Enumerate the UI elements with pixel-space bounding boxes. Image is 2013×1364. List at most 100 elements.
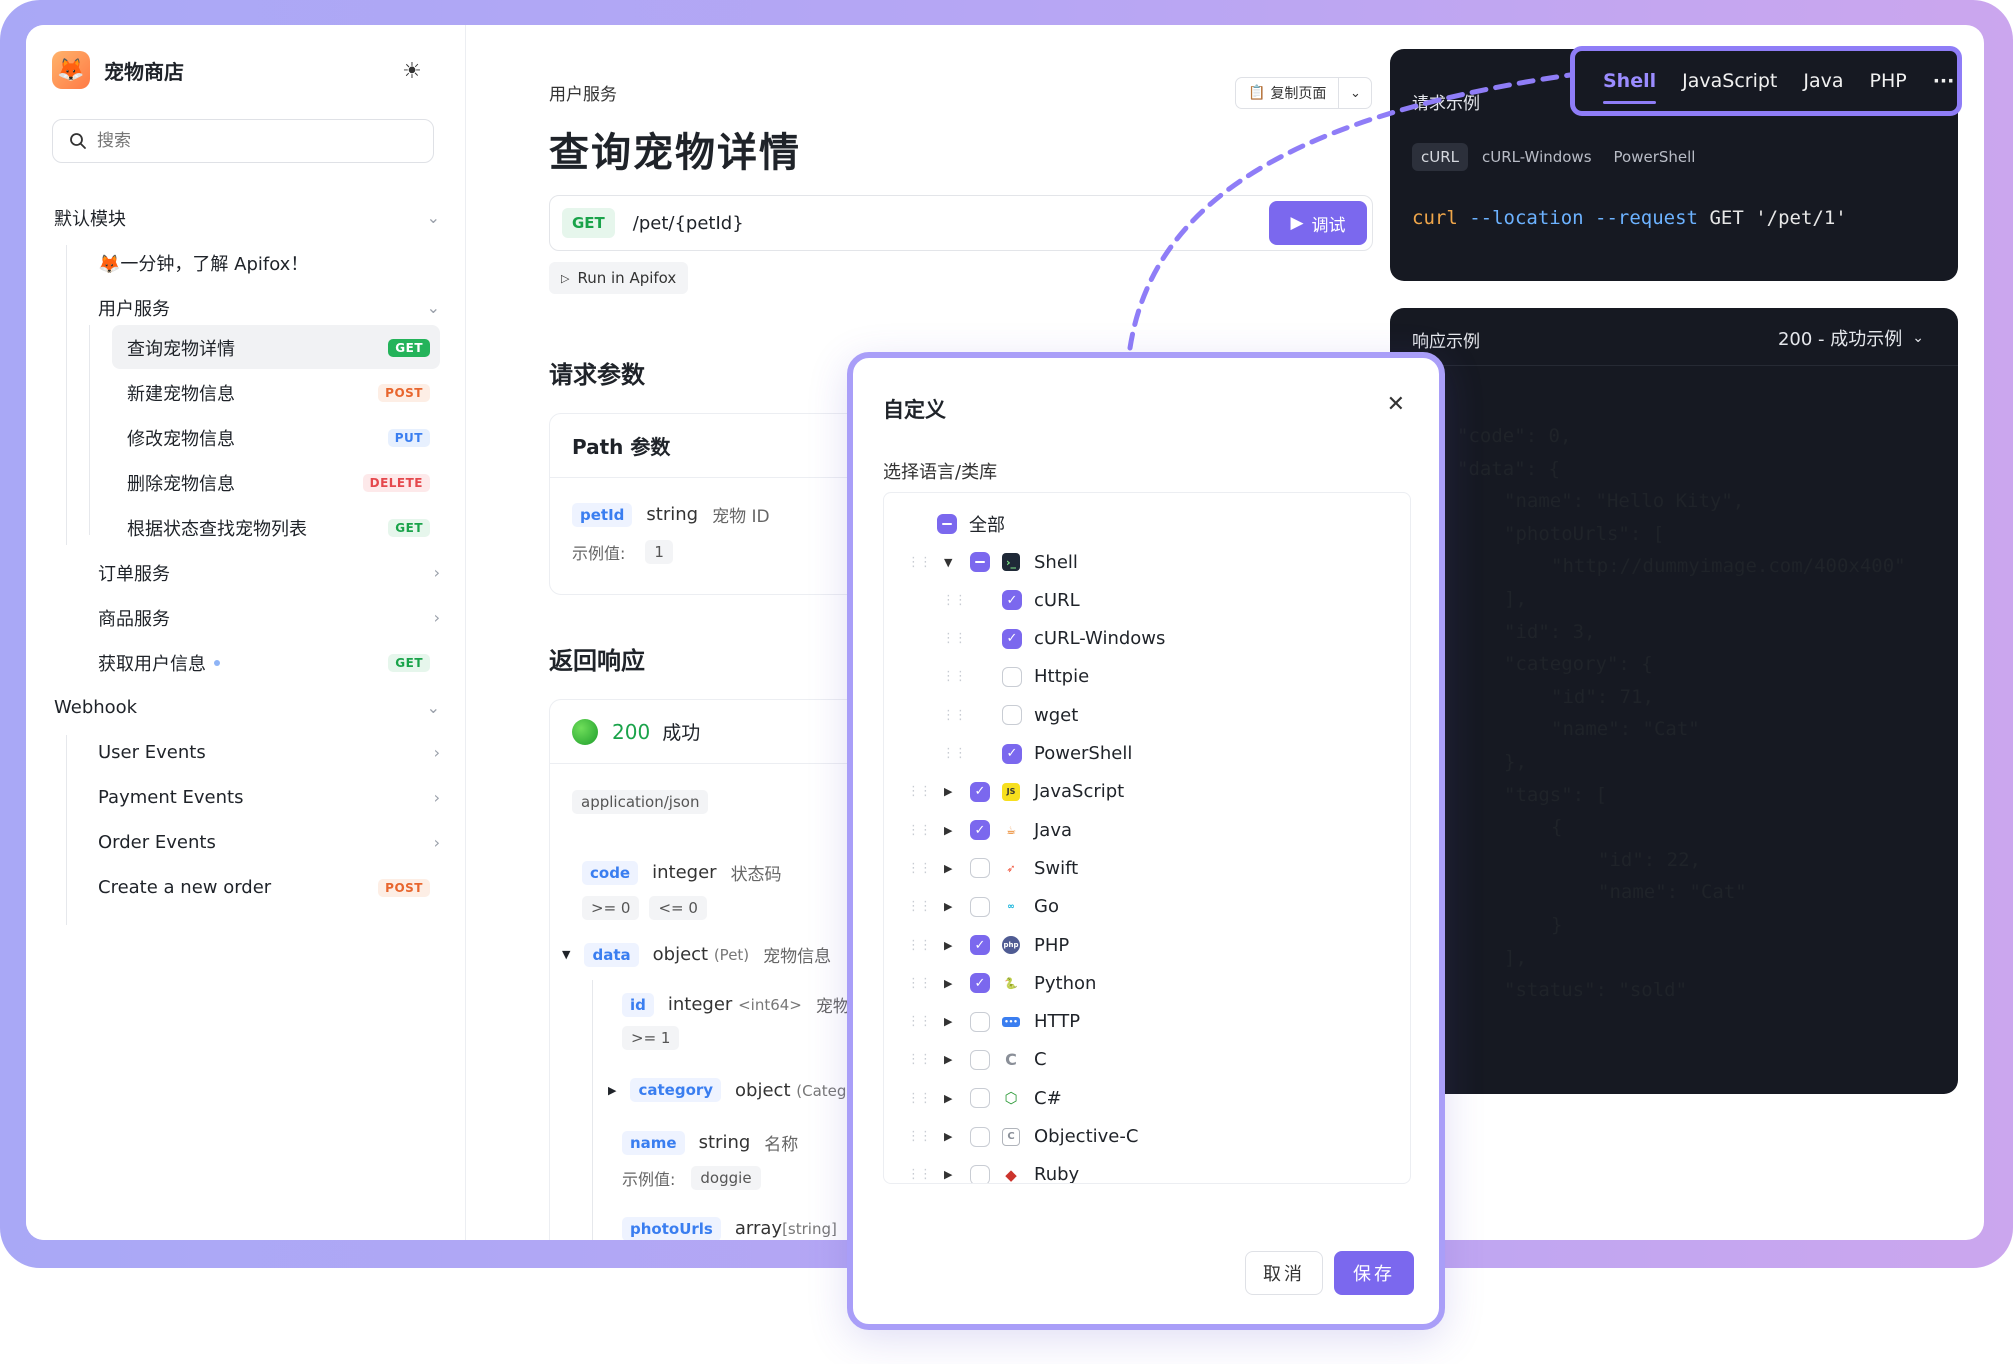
language-checkbox[interactable] <box>970 1126 990 1147</box>
language-row[interactable]: ⋮⋮ wget <box>884 696 1410 734</box>
language-row[interactable]: ⋮⋮ ▼ ›_ Shell <box>884 543 1410 581</box>
tab-shell[interactable]: Shell <box>1603 70 1657 104</box>
language-checkbox[interactable]: ✓ <box>1002 628 1022 649</box>
chevron-down-icon[interactable]: ⌄ <box>1339 86 1371 101</box>
intro-item[interactable]: 🦊一分钟，了解 Apifox！ <box>98 240 440 285</box>
drag-handle-icon[interactable]: ⋮⋮ <box>907 1052 932 1067</box>
caret-right-icon[interactable]: ▶ <box>944 1130 952 1143</box>
language-checkbox[interactable] <box>970 858 990 879</box>
language-checkbox[interactable]: ✓ <box>1002 743 1022 764</box>
language-row[interactable]: ⋮⋮ ✓ cURL-Windows <box>884 620 1410 658</box>
tab-php[interactable]: PHP <box>1870 70 1907 92</box>
language-row[interactable]: ⋮⋮ ▶ ✓ 🐍 Python <box>884 964 1410 1002</box>
language-row[interactable]: ⋮⋮ ▶ ∞ Go <box>884 888 1410 926</box>
caret-right-icon[interactable]: ▶ <box>944 1053 952 1066</box>
language-checkbox[interactable]: ✓ <box>970 935 990 955</box>
language-row[interactable]: ⋮⋮ ✓ cURL <box>884 581 1410 619</box>
copy-page-button[interactable]: 📋 复制页面 <box>1236 78 1340 108</box>
drag-handle-icon[interactable]: ⋮⋮ <box>907 1091 932 1106</box>
caret-right-icon[interactable]: ▶ <box>944 900 952 913</box>
tab-javascript[interactable]: JavaScript <box>1682 70 1777 92</box>
webhook-user-events[interactable]: User Events › <box>98 730 440 775</box>
language-checkbox[interactable] <box>970 896 990 917</box>
language-checkbox[interactable]: ✓ <box>970 820 990 841</box>
subtab-curl-windows[interactable]: cURL-Windows <box>1482 148 1592 166</box>
sidebar-item-pet-detail[interactable]: 查询宠物详情 GET <box>127 325 430 370</box>
drag-handle-icon[interactable]: ⋮⋮ <box>942 593 967 608</box>
caret-right-icon[interactable]: ▶ <box>944 1015 952 1028</box>
language-row[interactable]: ⋮⋮ ▶ ➶ Swift <box>884 849 1410 887</box>
caret-right-icon[interactable]: ▶ <box>944 862 952 875</box>
drag-handle-icon[interactable]: ⋮⋮ <box>907 899 932 914</box>
drag-handle-icon[interactable]: ⋮⋮ <box>907 976 932 991</box>
subtab-powershell[interactable]: PowerShell <box>1614 148 1696 166</box>
more-icon[interactable]: ··· <box>1933 70 1955 92</box>
language-checkbox[interactable] <box>970 1164 990 1183</box>
language-checkbox[interactable] <box>970 1011 990 1032</box>
drag-handle-icon[interactable]: ⋮⋮ <box>942 631 967 646</box>
language-checkbox[interactable] <box>970 1049 990 1070</box>
folder-order-service[interactable]: 订单服务 › <box>98 550 440 595</box>
caret-right-icon[interactable]: ▶ <box>944 977 952 990</box>
drag-handle-icon[interactable]: ⋮⋮ <box>942 708 967 723</box>
webhook-create-order[interactable]: Create a new order POST <box>98 865 430 910</box>
save-button[interactable]: 保存 <box>1334 1251 1414 1295</box>
close-icon[interactable]: ✕ <box>1387 392 1405 417</box>
language-row[interactable]: ⋮⋮ ▶ ⬡ C# <box>884 1079 1410 1117</box>
language-row[interactable]: ⋮⋮ ✓ PowerShell <box>884 735 1410 773</box>
drag-handle-icon[interactable]: ⋮⋮ <box>907 1129 932 1144</box>
drag-handle-icon[interactable]: ⋮⋮ <box>907 861 932 876</box>
tab-java[interactable]: Java <box>1803 70 1843 92</box>
language-checkbox[interactable]: ✓ <box>970 973 990 994</box>
sidebar-item-get-user[interactable]: 获取用户信息 GET <box>98 640 430 685</box>
language-checkbox[interactable]: ✓ <box>970 781 990 802</box>
language-row[interactable]: ⋮⋮ ▶ ••• HTTP <box>884 1003 1410 1041</box>
drag-handle-icon[interactable]: ⋮⋮ <box>942 746 967 761</box>
webhook-payment-events[interactable]: Payment Events › <box>98 775 440 820</box>
caret-right-icon[interactable]: ▶ <box>944 1168 952 1181</box>
language-row[interactable]: ⋮⋮ ▶ ✓ php PHP <box>884 926 1410 964</box>
drag-handle-icon[interactable]: ⋮⋮ <box>907 823 932 838</box>
sidebar-item-update-pet[interactable]: 修改宠物信息 PUT <box>127 415 430 460</box>
language-checkbox[interactable] <box>1002 666 1022 687</box>
language-row[interactable]: ⋮⋮ ▶ ✓ JS JavaScript <box>884 773 1410 811</box>
caret-right-icon[interactable]: ▶ <box>944 785 952 798</box>
copy-page-button-group[interactable]: 📋 复制页面 ⌄ <box>1235 77 1373 109</box>
language-row[interactable]: ⋮⋮ ▶ C Objective-C <box>884 1118 1410 1156</box>
cancel-button[interactable]: 取消 <box>1245 1251 1323 1295</box>
module-webhook[interactable]: Webhook ⌄ <box>54 685 440 730</box>
caret-right-icon[interactable]: ▶ <box>608 1084 616 1097</box>
module-default[interactable]: 默认模块 ⌄ <box>54 195 440 240</box>
folder-user-service[interactable]: 用户服务 ⌄ <box>98 285 440 330</box>
drag-handle-icon[interactable]: ⋮⋮ <box>907 1167 932 1182</box>
language-row[interactable]: ⋮⋮ Httpie <box>884 658 1410 696</box>
drag-handle-icon[interactable]: ⋮⋮ <box>942 669 967 684</box>
search-box[interactable] <box>52 119 434 163</box>
caret-right-icon[interactable]: ▶ <box>944 824 952 837</box>
run-in-apifox-button[interactable]: ▷ Run in Apifox <box>549 262 689 294</box>
drag-handle-icon[interactable]: ⋮⋮ <box>907 784 932 799</box>
sidebar-item-create-pet[interactable]: 新建宠物信息 POST <box>127 370 430 415</box>
language-row[interactable]: ⋮⋮ ▶ ◆ Ruby <box>884 1156 1410 1183</box>
drag-handle-icon[interactable]: ⋮⋮ <box>907 1014 932 1029</box>
language-row[interactable]: ⋮⋮ ▶ ✓ ☕ Java <box>884 811 1410 849</box>
breadcrumb[interactable]: 用户服务 <box>549 80 617 105</box>
drag-handle-icon[interactable]: ⋮⋮ <box>907 555 932 570</box>
theme-toggle-sun-icon[interactable]: ☀ <box>398 57 426 85</box>
caret-right-icon[interactable]: ▶ <box>944 939 952 952</box>
caret-down-icon[interactable]: ▼ <box>944 556 952 569</box>
language-checkbox[interactable] <box>970 552 990 572</box>
response-example-selector[interactable]: 200 - 成功示例 ⌄ <box>1778 325 1924 351</box>
language-checkbox[interactable]: ✓ <box>1002 590 1022 611</box>
search-input[interactable] <box>97 131 397 151</box>
select-all-checkbox[interactable] <box>937 514 957 534</box>
subtab-curl[interactable]: cURL <box>1412 143 1469 171</box>
sidebar-item-find-by-status[interactable]: 根据状态查找宠物列表 GET <box>127 505 430 550</box>
language-row[interactable]: ⋮⋮ ▶ C C <box>884 1041 1410 1079</box>
debug-button[interactable]: ▶ 调试 <box>1269 201 1367 245</box>
caret-down-icon[interactable]: ▼ <box>562 948 570 961</box>
select-all-row[interactable]: 全部 <box>884 505 1410 543</box>
sidebar-item-delete-pet[interactable]: 删除宠物信息 DELETE <box>127 460 430 505</box>
language-checkbox[interactable] <box>970 1088 990 1109</box>
language-checkbox[interactable] <box>1002 705 1022 726</box>
